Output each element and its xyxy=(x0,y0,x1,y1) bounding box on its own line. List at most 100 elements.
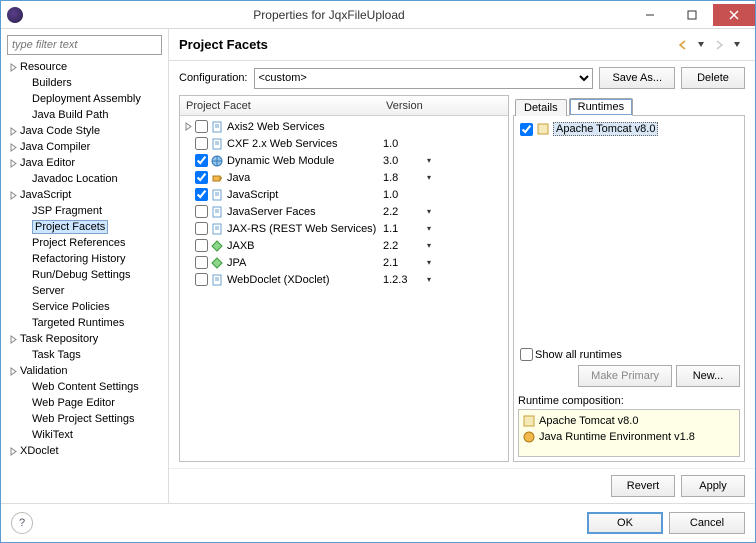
config-select[interactable]: <custom> xyxy=(254,68,594,89)
col-facet[interactable]: Project Facet xyxy=(180,100,380,112)
sidebar-item[interactable]: Java Editor xyxy=(7,155,162,171)
facet-checkbox[interactable] xyxy=(195,256,208,269)
facet-row[interactable]: Dynamic Web Module3.0▾ xyxy=(180,152,508,169)
close-button[interactable] xyxy=(713,4,755,26)
version-dropdown[interactable]: ▾ xyxy=(427,224,437,233)
version-dropdown[interactable]: ▾ xyxy=(427,258,437,267)
version-dropdown[interactable]: ▾ xyxy=(427,173,437,182)
sidebar-item[interactable]: Web Project Settings xyxy=(7,411,162,427)
facet-name: WebDoclet (XDoclet) xyxy=(227,274,383,286)
sidebar-item[interactable]: Validation xyxy=(7,363,162,379)
back-menu[interactable] xyxy=(693,37,709,53)
version-dropdown[interactable]: ▾ xyxy=(427,241,437,250)
sidebar-item[interactable]: Java Build Path xyxy=(7,107,162,123)
doc-icon xyxy=(210,137,224,151)
facet-name: JAXB xyxy=(227,240,383,252)
facet-row[interactable]: Axis2 Web Services xyxy=(180,118,508,135)
fwd-menu[interactable] xyxy=(729,37,745,53)
sidebar-item[interactable]: Web Content Settings xyxy=(7,379,162,395)
tab-runtimes[interactable]: Runtimes xyxy=(569,98,633,116)
tab-details[interactable]: Details xyxy=(515,99,567,116)
facets-table: Project Facet Version Axis2 Web Services… xyxy=(179,95,509,462)
fwd-button[interactable] xyxy=(711,37,727,53)
filter-input[interactable] xyxy=(7,35,162,55)
facet-checkbox[interactable] xyxy=(195,239,208,252)
ok-button[interactable]: OK xyxy=(587,512,663,534)
runtime-composition: Apache Tomcat v8.0 Java Runtime Environm… xyxy=(518,409,740,457)
facet-version: 2.1 xyxy=(383,257,427,269)
sidebar-item[interactable]: Java Compiler xyxy=(7,139,162,155)
minimize-button[interactable] xyxy=(629,4,671,26)
show-all-checkbox[interactable] xyxy=(520,348,533,361)
facet-checkbox[interactable] xyxy=(195,222,208,235)
help-button[interactable]: ? xyxy=(11,512,33,534)
version-dropdown[interactable]: ▾ xyxy=(427,156,437,165)
save-as-button[interactable]: Save As... xyxy=(599,67,675,89)
sidebar-item[interactable]: Refactoring History xyxy=(7,251,162,267)
doc-icon xyxy=(210,205,224,219)
version-dropdown[interactable]: ▾ xyxy=(427,207,437,216)
sidebar-item[interactable]: JavaScript xyxy=(7,187,162,203)
facet-row[interactable]: CXF 2.x Web Services1.0 xyxy=(180,135,508,152)
facet-name: JAX-RS (REST Web Services) xyxy=(227,223,383,235)
sidebar-item[interactable]: Resource xyxy=(7,59,162,75)
back-button[interactable] xyxy=(675,37,691,53)
facet-checkbox[interactable] xyxy=(195,188,208,201)
runtime-composition-label: Runtime composition: xyxy=(518,395,740,407)
sidebar-item[interactable]: Javadoc Location xyxy=(7,171,162,187)
runtime-checkbox[interactable] xyxy=(520,123,533,136)
globe-icon xyxy=(210,154,224,168)
properties-dialog: Properties for JqxFileUpload ResourceBui… xyxy=(0,0,756,543)
facet-row[interactable]: JAX-RS (REST Web Services)1.1▾ xyxy=(180,220,508,237)
facet-row[interactable]: JPA2.1▾ xyxy=(180,254,508,271)
sidebar-item[interactable]: Server xyxy=(7,283,162,299)
sidebar-item[interactable]: Deployment Assembly xyxy=(7,91,162,107)
show-all-runtimes[interactable]: Show all runtimes xyxy=(518,348,740,361)
facet-checkbox[interactable] xyxy=(195,120,208,133)
apply-button[interactable]: Apply xyxy=(681,475,745,497)
facet-checkbox[interactable] xyxy=(195,137,208,150)
facet-row[interactable]: JavaScript1.0 xyxy=(180,186,508,203)
revert-button[interactable]: Revert xyxy=(611,475,675,497)
make-primary-button[interactable]: Make Primary xyxy=(578,365,672,387)
sidebar-item[interactable]: Project Facets xyxy=(7,219,162,235)
new-runtime-button[interactable]: New... xyxy=(676,365,740,387)
facet-name: JavaScript xyxy=(227,189,383,201)
facet-checkbox[interactable] xyxy=(195,205,208,218)
facet-checkbox[interactable] xyxy=(195,171,208,184)
facet-checkbox[interactable] xyxy=(195,154,208,167)
facet-version: 2.2 xyxy=(383,206,427,218)
sidebar-item[interactable]: JSP Fragment xyxy=(7,203,162,219)
sidebar-item[interactable]: Web Page Editor xyxy=(7,395,162,411)
page-title: Project Facets xyxy=(179,37,673,52)
sidebar: ResourceBuildersDeployment AssemblyJava … xyxy=(1,29,169,503)
sidebar-item[interactable]: Task Repository xyxy=(7,331,162,347)
version-dropdown[interactable]: ▾ xyxy=(427,275,437,284)
sidebar-item[interactable]: Project References xyxy=(7,235,162,251)
java-icon xyxy=(522,430,536,444)
sidebar-item[interactable]: Builders xyxy=(7,75,162,91)
col-version[interactable]: Version xyxy=(380,100,440,112)
doc-icon xyxy=(210,188,224,202)
delete-button[interactable]: Delete xyxy=(681,67,745,89)
facet-row[interactable]: Java1.8▾ xyxy=(180,169,508,186)
sidebar-item[interactable]: Service Policies xyxy=(7,299,162,315)
sidebar-item[interactable]: XDoclet xyxy=(7,443,162,459)
cancel-button[interactable]: Cancel xyxy=(669,512,745,534)
sidebar-item[interactable]: Java Code Style xyxy=(7,123,162,139)
nav-tree: ResourceBuildersDeployment AssemblyJava … xyxy=(7,59,162,459)
diamond-icon xyxy=(210,256,224,270)
facet-row[interactable]: JavaServer Faces2.2▾ xyxy=(180,203,508,220)
maximize-button[interactable] xyxy=(671,4,713,26)
facet-row[interactable]: WebDoclet (XDoclet)1.2.3▾ xyxy=(180,271,508,288)
titlebar: Properties for JqxFileUpload xyxy=(1,1,755,29)
tomcat-icon xyxy=(522,414,536,428)
sidebar-item[interactable]: Task Tags xyxy=(7,347,162,363)
sidebar-item[interactable]: Run/Debug Settings xyxy=(7,267,162,283)
sidebar-item[interactable]: WikiText xyxy=(7,427,162,443)
sidebar-item[interactable]: Targeted Runtimes xyxy=(7,315,162,331)
facet-version: 1.0 xyxy=(383,138,427,150)
facet-row[interactable]: JAXB2.2▾ xyxy=(180,237,508,254)
facet-checkbox[interactable] xyxy=(195,273,208,286)
runtime-item[interactable]: Apache Tomcat v8.0 xyxy=(518,120,740,138)
